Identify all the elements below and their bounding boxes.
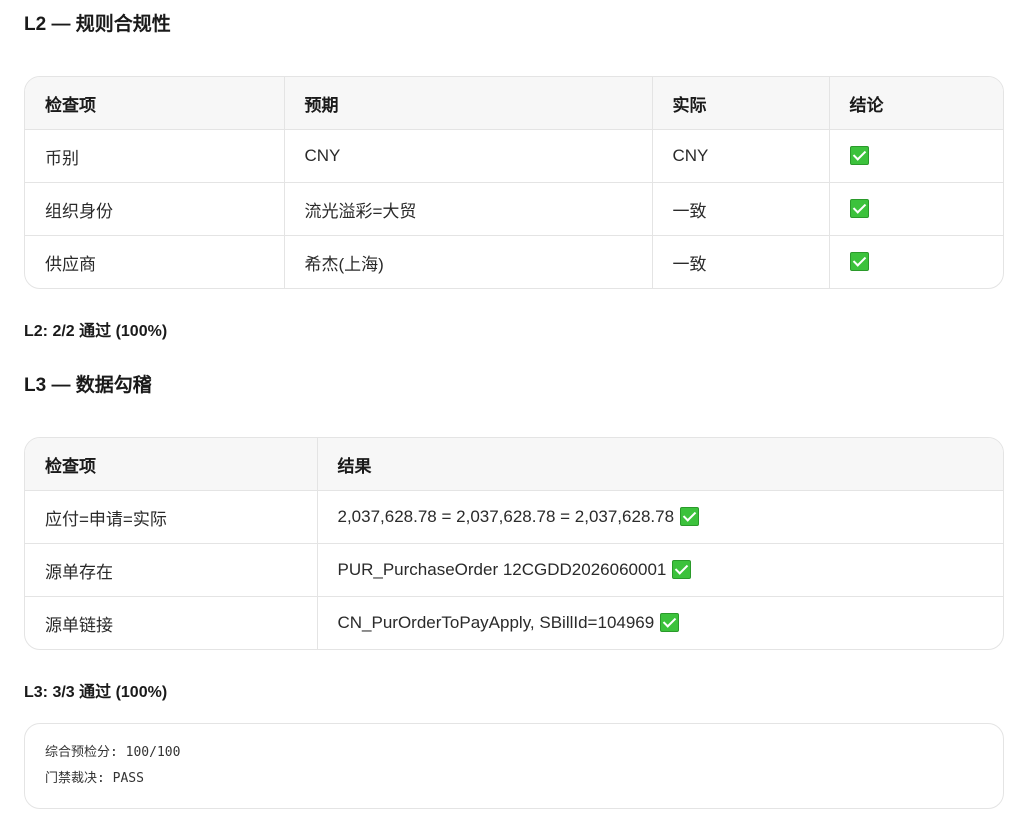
check-mark-icon [849, 252, 869, 271]
result-text: PUR_PurchaseOrder 12CGDD2026060001 [337, 560, 667, 579]
column-header-result: 结论 [829, 77, 1003, 130]
check-mark-icon [849, 199, 869, 218]
column-header-item: 检查项 [25, 438, 318, 491]
cell-actual: 一致 [652, 182, 830, 236]
table-row: 币别 CNY CNY [25, 129, 1003, 183]
table-row: 应付=申请=实际 2,037,628.78 = 2,037,628.78 = 2… [25, 490, 1003, 544]
cell-item: 源单链接 [25, 596, 318, 649]
cell-item: 供应商 [25, 235, 285, 288]
code-block: 综合预检分: 100/100 门禁裁决: PASS [24, 723, 1004, 809]
cell-result [829, 182, 1003, 236]
check-mark-icon [660, 613, 680, 632]
check-mark-icon [680, 507, 700, 526]
table-row: 供应商 希杰(上海) 一致 [25, 235, 1003, 289]
code-line-verdict: 门禁裁决: PASS [45, 771, 144, 786]
check-mark-icon [849, 146, 869, 165]
cell-result [829, 129, 1003, 183]
cell-expected: CNY [284, 129, 653, 183]
cell-expected: 希杰(上海) [284, 235, 653, 288]
cell-actual: CNY [652, 129, 830, 183]
l3-summary: L3: 3/3 通过 (100%) [24, 684, 168, 701]
cell-result: 2,037,628.78 = 2,037,628.78 = 2,037,628.… [317, 490, 1003, 544]
l2-summary: L2: 2/2 通过 (100%) [24, 323, 168, 340]
l3-table: 检查项 结果 应付=申请=实际 2,037,628.78 = 2,037,628… [24, 437, 1004, 650]
l2-heading: L2 — 规则合规性 [24, 14, 171, 35]
cell-item: 组织身份 [25, 182, 285, 236]
table-row: 源单存在 PUR_PurchaseOrder 12CGDD2026060001 [25, 543, 1003, 597]
cell-item: 源单存在 [25, 543, 318, 597]
cell-result: PUR_PurchaseOrder 12CGDD2026060001 [317, 543, 1003, 597]
table-header-row: 检查项 结果 [25, 438, 1003, 491]
cell-expected: 流光溢彩=大贸 [284, 182, 653, 236]
check-mark-icon [672, 560, 692, 579]
cell-item: 应付=申请=实际 [25, 490, 318, 544]
column-header-item: 检查项 [25, 77, 285, 130]
column-header-expected: 预期 [284, 77, 653, 130]
l3-heading: L3 — 数据勾稽 [24, 375, 152, 396]
column-header-result: 结果 [317, 438, 1003, 491]
cell-item: 币别 [25, 129, 285, 183]
table-header-row: 检查项 预期 实际 结论 [25, 77, 1003, 130]
column-header-actual: 实际 [652, 77, 830, 130]
code-line-score: 综合预检分: 100/100 [45, 745, 181, 760]
table-row: 源单链接 CN_PurOrderToPayApply, SBillId=1049… [25, 596, 1003, 650]
l2-table: 检查项 预期 实际 结论 币别 CNY CNY 组织身份 流光溢彩=大贸 一致 [24, 76, 1004, 289]
result-text: 2,037,628.78 = 2,037,628.78 = 2,037,628.… [337, 507, 675, 526]
cell-actual: 一致 [652, 235, 830, 288]
result-text: CN_PurOrderToPayApply, SBillId=104969 [337, 613, 655, 632]
table-row: 组织身份 流光溢彩=大贸 一致 [25, 182, 1003, 236]
cell-result [829, 236, 1003, 289]
cell-result: CN_PurOrderToPayApply, SBillId=104969 [317, 597, 1003, 650]
